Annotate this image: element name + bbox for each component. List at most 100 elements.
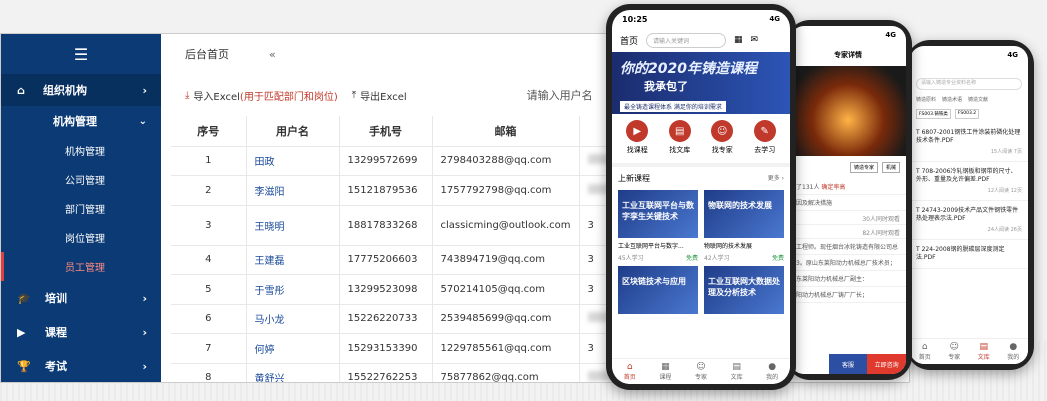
- tab-mine[interactable]: ● 我的: [766, 362, 778, 381]
- tab-terms[interactable]: 铸造术语: [942, 96, 962, 103]
- table-row[interactable]: 8 黄舒兴 15522762253 75877862@qq.com: [171, 363, 660, 382]
- info-highlight: 确定率高: [821, 184, 846, 191]
- list-item[interactable]: T 6807-2001钢铁工件涂装前磷化处理技术条件.PDF 15人阅读 7页: [910, 123, 1028, 162]
- sidebar-item-training[interactable]: 🎓 培训 ›: [1, 281, 161, 315]
- more-link[interactable]: 更多 ›: [768, 173, 784, 184]
- column-header[interactable]: 手机号: [339, 116, 433, 147]
- find-library-button[interactable]: ▤ 找文库: [668, 120, 691, 155]
- calendar-icon[interactable]: ▦: [734, 35, 743, 45]
- signal-text: 4G: [885, 31, 896, 39]
- column-header[interactable]: 邮箱: [432, 116, 580, 147]
- app-header: 首页 请输入关键词 ▦ ✉: [612, 28, 790, 52]
- column-header[interactable]: 用户名: [246, 116, 340, 147]
- table-row[interactable]: 4 王建磊 17775206603 743894719@qq.com 3: [171, 245, 660, 275]
- table-row[interactable]: 6 马小龙 15226220733 2539485699@qq.com: [171, 304, 660, 334]
- search-input[interactable]: 请输入关键词: [646, 32, 727, 48]
- course-grid: 工业互联网平台与数字孪生关键技术 工业互联网平台与数字... 45人学习 免费 物…: [612, 190, 790, 314]
- table-row[interactable]: 7 何婷 15293153390 1229785561@qq.com 3: [171, 333, 660, 364]
- cell-name[interactable]: 马小龙: [246, 304, 340, 334]
- cell-name[interactable]: 王晓明: [246, 205, 340, 246]
- collapse-icon[interactable]: «: [269, 48, 276, 61]
- course-title: 工业互联网平台与数字...: [618, 243, 684, 250]
- promo-banner[interactable]: 你的2020年铸造课程 我承包了 最全铸造课程体系 满足你的培训需求: [612, 52, 790, 114]
- cell-no: 1: [171, 146, 247, 176]
- course-card[interactable]: 工业互联网大数据处理及分析技术: [704, 266, 784, 314]
- tab-expert[interactable]: ☺ 专家: [948, 342, 960, 361]
- filter-tag[interactable]: FS003.2: [954, 109, 980, 119]
- list-item[interactable]: T 224-2008钢的脱碳层深度测定法.PDF: [910, 240, 1028, 269]
- course-card[interactable]: 区块链技术与应用: [618, 266, 698, 314]
- expert-tag: 机械: [881, 162, 900, 173]
- sidebar-item-exam[interactable]: 🏆 考试 ›: [1, 349, 161, 382]
- home-icon: ⌂: [921, 342, 928, 352]
- tab-label: 首页: [918, 354, 931, 361]
- table-row[interactable]: 2 李滋阳 15121879536 1757792798@qq.com: [171, 175, 660, 206]
- chevron-right-icon: ›: [142, 325, 147, 339]
- category-tabs: 铸造原料 铸造术语 铸造文献: [910, 94, 1028, 105]
- table-row[interactable]: 1 田政 13299572699 2798403288@qq.com: [171, 146, 660, 176]
- import-hint: (用于匹配部门和岗位): [239, 91, 338, 103]
- find-expert-button[interactable]: ☺ 找专家: [711, 120, 734, 155]
- sidebar-item-course[interactable]: ▶ 课程 ›: [1, 315, 161, 349]
- mail-icon[interactable]: ✉: [751, 35, 759, 45]
- chevron-down-icon: ⌄: [138, 115, 147, 127]
- course-card[interactable]: 物联网的技术发展 物联网的技术发展 42人学习 免费: [704, 190, 784, 262]
- cell-name[interactable]: 李滋阳: [246, 175, 340, 206]
- user-table: 序号 用户名 手机号 邮箱 公司 1 田政 13299572699 279840…: [171, 116, 660, 382]
- sidebar-item-org-management[interactable]: 机构管理: [1, 136, 161, 165]
- sidebar-item-org[interactable]: ⌂ 组织机构 ›: [1, 74, 161, 106]
- bio-line: 阳动力机械总厂铸厂厂长；: [790, 287, 906, 303]
- sidebar-item-employee[interactable]: 员工管理: [1, 252, 161, 281]
- tab-library[interactable]: ▤ 文库: [731, 362, 743, 381]
- find-course-button[interactable]: ▶ 找课程: [626, 120, 649, 155]
- banner-line-3: 最全铸造课程体系 满足你的培训需求: [620, 101, 726, 112]
- tab-course[interactable]: ▦ 课程: [659, 362, 671, 381]
- sidebar-item-org-manage[interactable]: 机构管理 ⌄: [1, 106, 161, 136]
- table-header-row: 序号 用户名 手机号 邮箱 公司: [171, 116, 660, 147]
- cell-name[interactable]: 于雪彤: [246, 274, 340, 305]
- doc-title: T 6807-2001钢铁工件涂装前磷化处理技术条件.PDF: [916, 129, 1021, 144]
- sidebar: ☰ ⌂ 组织机构 › 机构管理 ⌄ 机构管理 公司管理 部门管理 岗位管理 员工…: [1, 34, 161, 382]
- export-label: 导出Excel: [360, 91, 407, 103]
- table-row[interactable]: 5 于雪彤 13299523098 570214105@qq.com 3: [171, 274, 660, 305]
- export-excel-button[interactable]: ⤒ 导出Excel: [352, 88, 407, 103]
- menu-icon[interactable]: ☰: [1, 34, 161, 74]
- sidebar-item-position[interactable]: 岗位管理: [1, 223, 161, 252]
- cell-name[interactable]: 王建磊: [246, 245, 340, 275]
- page-title[interactable]: 后台首页: [185, 46, 229, 62]
- tab-expert[interactable]: ☺ 专家: [695, 362, 707, 381]
- tab-raw[interactable]: 铸造原料: [916, 96, 936, 103]
- play-icon: ▶: [626, 120, 649, 142]
- column-header[interactable]: 序号: [171, 116, 247, 147]
- table-row[interactable]: 3 王晓明 18817833268 classicming@outlook.co…: [171, 205, 660, 246]
- doc-meta: 12人阅读 12页: [987, 188, 1022, 194]
- sidebar-item-department[interactable]: 部门管理: [1, 194, 161, 223]
- go-study-button[interactable]: ✎ 去学习: [753, 120, 776, 155]
- course-meta: 45人学习 免费: [618, 253, 698, 262]
- import-label: 导入Excel: [193, 91, 240, 103]
- cell-name[interactable]: 田政: [246, 146, 340, 176]
- list-item[interactable]: T 708-2006冷轧钢板和钢带的尺寸、外形、重量及允许偏差.PDF 12人阅…: [910, 162, 1028, 201]
- import-excel-button[interactable]: ⤓ 导入Excel (用于匹配部门和岗位): [185, 88, 338, 103]
- tab-label: 课程: [659, 374, 672, 381]
- tab-docs[interactable]: 铸造文献: [968, 96, 988, 103]
- banner-line-2: 我承包了: [644, 80, 688, 93]
- trophy-icon: 🏆: [17, 359, 31, 373]
- tab-label: 我的: [1007, 354, 1020, 361]
- tab-mine[interactable]: ● 我的: [1007, 342, 1019, 361]
- service-button[interactable]: 客服: [828, 354, 868, 374]
- tab-label: 文库: [730, 374, 743, 381]
- list-item[interactable]: T 24743-2009技术产品文件钢铁零件热处理表示法.PDF 24人阅读 2…: [910, 201, 1028, 240]
- filter-tag[interactable]: FS003.铸铁类: [916, 109, 951, 119]
- tab-home[interactable]: ⌂ 首页: [624, 362, 636, 381]
- info-line[interactable]: 因及解决措施: [790, 195, 906, 211]
- course-card[interactable]: 工业互联网平台与数字孪生关键技术 工业互联网平台与数字... 45人学习 免费: [618, 190, 698, 262]
- consult-button[interactable]: 立即咨询: [867, 354, 906, 374]
- search-input[interactable]: 请输入铸造专业资料名称: [916, 78, 1022, 90]
- cell-name[interactable]: 何婷: [246, 333, 340, 364]
- tab-home[interactable]: ⌂ 首页: [919, 342, 931, 361]
- tab-library[interactable]: ▤ 文库: [978, 342, 990, 361]
- signal-text: 4G: [1007, 51, 1018, 59]
- cell-name[interactable]: 黄舒兴: [246, 363, 340, 382]
- sidebar-item-company[interactable]: 公司管理: [1, 165, 161, 194]
